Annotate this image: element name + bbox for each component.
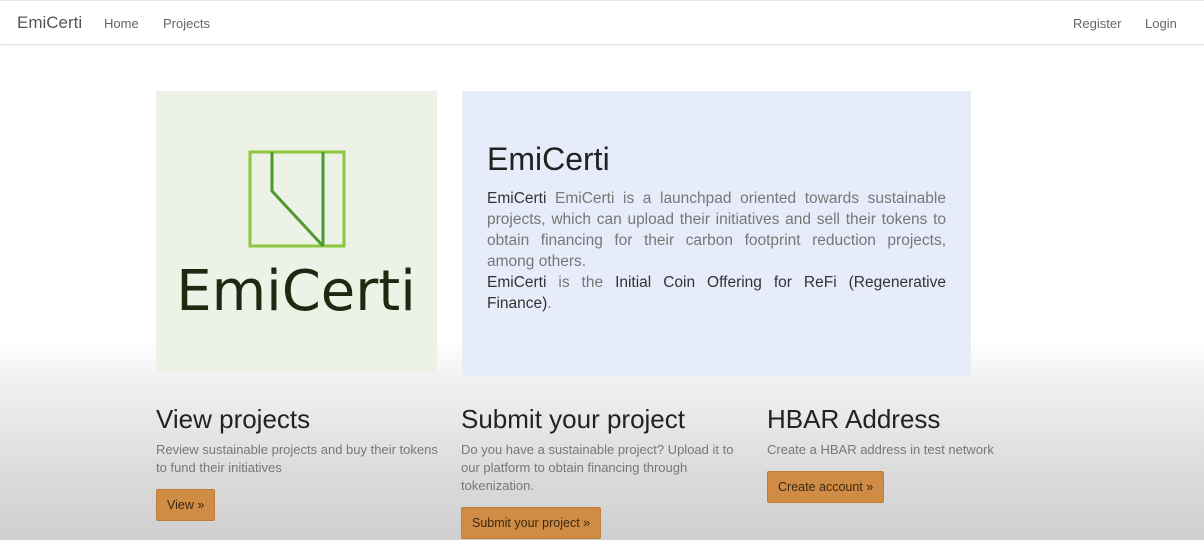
submit-project-title: Submit your project [461,404,685,434]
emicerti-logo-icon: EmiCerti [176,150,416,324]
nav-register-link[interactable]: Register [1073,16,1121,31]
hero-title: EmiCerti [487,141,610,177]
hbar-address-title: HBAR Address [767,404,941,434]
view-button[interactable]: View » [156,489,216,521]
submit-project-button[interactable]: Submit your project » [461,507,602,539]
hbar-address-column: HBAR Address Create a HBAR address in te… [767,404,1057,503]
logo-panel: EmiCerti [156,91,437,373]
nav-login-link[interactable]: Login [1145,16,1177,31]
hero-paragraph-1: EmiCerti EmiCerti is a launchpad oriente… [487,188,946,272]
submit-project-text: Do you have a sustainable project? Uploa… [461,442,734,493]
logo-wordmark: EmiCerti [176,259,416,324]
hero-p2-brand: EmiCerti [487,274,547,291]
create-account-button[interactable]: Create account » [767,471,885,503]
hero-panel: EmiCerti EmiCerti EmiCerti is a launchpa… [462,91,971,377]
view-projects-title: View projects [156,404,311,434]
hbar-address-text: Create a HBAR address in test network [767,442,994,457]
hero-paragraph-2: EmiCerti is the Initial Coin Offering fo… [487,272,946,314]
hero-p1-text: EmiCerti is a launchpad oriented towards… [487,190,946,270]
navbar: EmiCerti Home Projects Register Login [0,0,1204,45]
view-projects-text: Review sustainable projects and buy thei… [156,442,438,475]
nav-home-link[interactable]: Home [104,16,139,31]
nav-projects-link[interactable]: Projects [163,16,210,31]
hero-p1-brand: EmiCerti [487,190,547,207]
hero-p2-mid: is the [546,274,616,291]
view-projects-column: View projects Review sustainable project… [156,404,446,521]
brand-link[interactable]: EmiCerti [17,13,82,33]
submit-project-column: Submit your project Do you have a sustai… [461,404,751,539]
hero-p2-end: . [547,295,552,312]
